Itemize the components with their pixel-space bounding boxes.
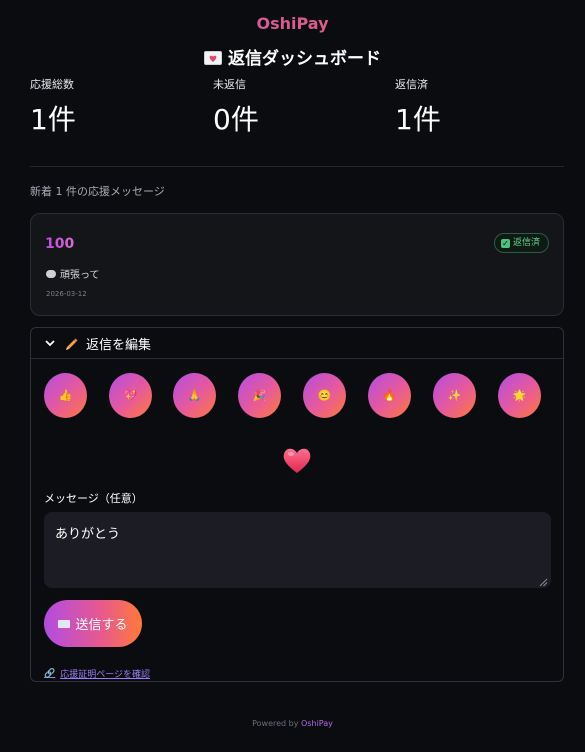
message-field-label: メッセージ（任意） <box>44 492 143 505</box>
stat-unreplied: 未返信 0件 <box>213 76 383 138</box>
page-title-text: 返信ダッシュボード <box>228 49 381 69</box>
send-button[interactable]: 送信する <box>44 600 142 647</box>
emoji-fire-button[interactable]: 🔥 <box>368 373 411 418</box>
message-date: 2026-03-12 <box>46 290 87 298</box>
page-title: 返信ダッシュボード <box>0 44 585 69</box>
thumbs-up-icon: 👍 <box>58 390 73 402</box>
ticket-icon <box>58 619 71 628</box>
pencil-icon <box>66 338 78 350</box>
resize-handle-icon[interactable] <box>539 578 548 587</box>
emoji-party-button[interactable]: 🎉 <box>238 373 281 418</box>
stat-label: 未返信 <box>213 78 246 91</box>
brand-logo: OshiPay <box>0 14 585 33</box>
emoji-star-button[interactable]: 🌟 <box>498 373 541 418</box>
reply-editor: 返信を編集 👍 💖 🙏 🎉 😊 🔥 ✨ 🌟 メッセージ（任意） ありがとう 送信… <box>30 327 564 682</box>
editor-header-label: 返信を編集 <box>86 337 152 353</box>
emoji-smile-button[interactable]: 😊 <box>303 373 346 418</box>
selected-heart-icon <box>283 448 311 473</box>
message-text-row: 頑張って <box>46 266 100 281</box>
footer-prefix: Powered by <box>252 719 299 728</box>
stat-label: 返信済 <box>395 78 428 91</box>
emoji-sparkles-button[interactable]: ✨ <box>433 373 476 418</box>
message-card: 100 ✓ 返信済 頑張って 2026-03-12 <box>30 213 564 316</box>
emoji-pray-button[interactable]: 🙏 <box>173 373 216 418</box>
pray-icon: 🙏 <box>187 390 202 402</box>
stat-label: 応援総数 <box>30 78 74 91</box>
love-letter-icon <box>204 51 222 65</box>
stats-row: 応援総数 1件 未返信 0件 返信済 1件 <box>30 76 570 136</box>
party-icon: 🎉 <box>252 390 267 402</box>
smile-icon: 😊 <box>317 390 332 402</box>
message-amount: 100 <box>45 236 75 252</box>
message-text: 頑張って <box>60 270 100 281</box>
footer-brand: OshiPay <box>301 719 333 728</box>
cert-link-row: 🔗 応援証明ページを確認 <box>44 667 150 681</box>
status-badge: ✓ 返信済 <box>493 233 549 253</box>
emoji-picker: 👍 💖 🙏 🎉 😊 🔥 ✨ 🌟 <box>44 373 554 418</box>
sparkles-icon: ✨ <box>447 390 462 402</box>
section-note: 新着 1 件の応援メッセージ <box>30 185 165 198</box>
divider <box>30 166 564 167</box>
editor-toggle[interactable]: 返信を編集 <box>31 328 563 359</box>
link-icon: 🔗 <box>44 668 56 679</box>
stat-replied: 返信済 1件 <box>395 76 565 138</box>
stat-value: 0件 <box>213 103 259 136</box>
status-badge-label: 返信済 <box>512 238 540 248</box>
stat-value: 1件 <box>395 103 441 136</box>
footer: Powered by OshiPay <box>0 719 585 728</box>
emoji-heart-button[interactable]: 💖 <box>109 373 152 418</box>
stat-value: 1件 <box>30 103 76 136</box>
star-icon: 🌟 <box>512 390 527 402</box>
chevron-down-icon <box>45 340 55 347</box>
stat-total: 応援総数 1件 <box>30 76 200 138</box>
fire-icon: 🔥 <box>382 390 397 402</box>
check-icon: ✓ <box>500 238 510 248</box>
heart-icon: 💖 <box>123 390 138 402</box>
reply-message-input[interactable]: ありがとう <box>44 512 551 588</box>
cert-page-link[interactable]: 応援証明ページを確認 <box>60 667 150 680</box>
speech-bubble-icon <box>46 269 56 278</box>
emoji-thumbs-up-button[interactable]: 👍 <box>44 373 87 418</box>
send-button-label: 送信する <box>75 618 128 633</box>
